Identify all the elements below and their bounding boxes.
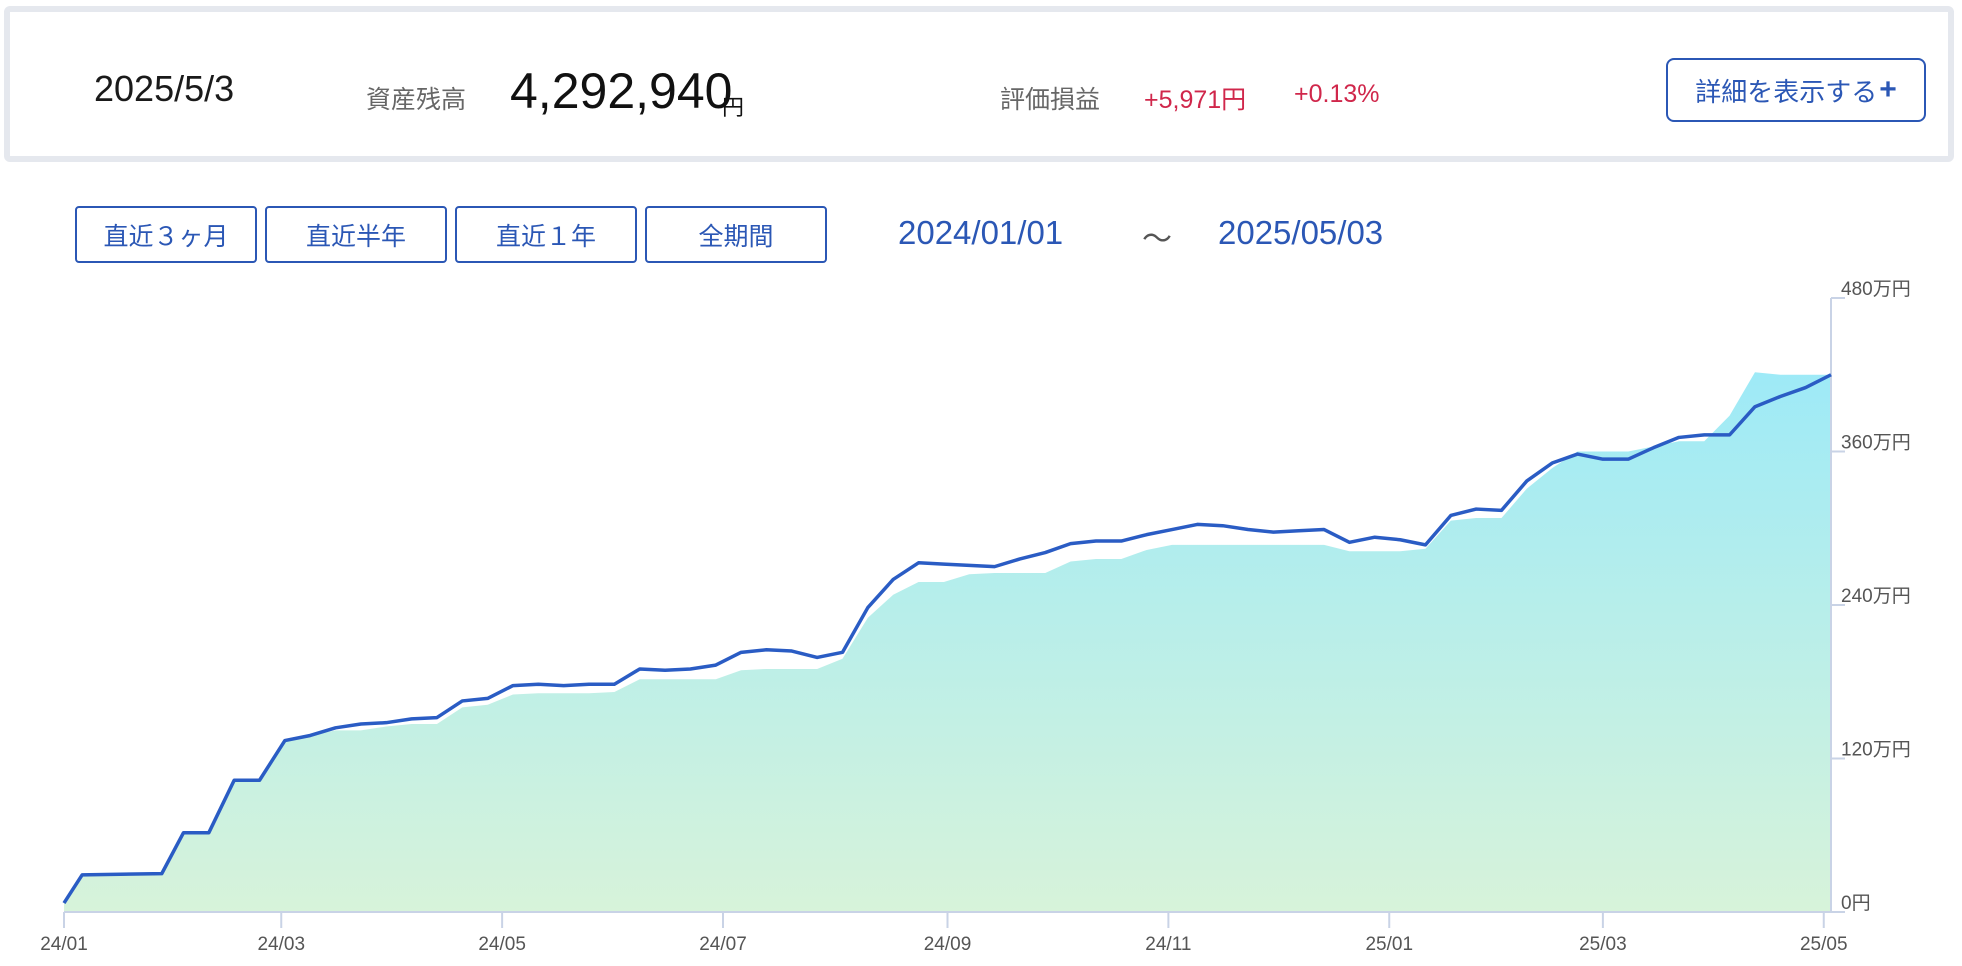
summary-date: 2025/5/3 xyxy=(94,68,235,109)
range-end-date[interactable]: 2025/05/03 xyxy=(1218,214,1383,252)
y-tick-label: 360万円 xyxy=(1841,433,1911,454)
y-tick-label: 0円 xyxy=(1841,893,1871,914)
x-tick-label: 24/07 xyxy=(699,934,747,955)
x-tick-label: 24/05 xyxy=(478,934,526,955)
profit-loss-label: 評価損益 xyxy=(1000,86,1101,114)
range-button-3-months[interactable]: 直近３ヶ月 xyxy=(75,206,257,263)
range-start-date[interactable]: 2024/01/01 xyxy=(898,214,1063,252)
range-separator: ～ xyxy=(1142,223,1172,256)
x-tick-label: 24/01 xyxy=(40,934,88,955)
range-button-1-year[interactable]: 直近１年 xyxy=(455,206,637,263)
x-tick-label: 24/11 xyxy=(1145,934,1191,955)
profit-loss-amount: +5,971円 xyxy=(1144,86,1247,114)
asset-balance-unit: 円 xyxy=(722,95,745,120)
range-button-all-period[interactable]: 全期間 xyxy=(645,206,827,263)
asset-summary-panel: 2025/5/3 資産残高 4,292,940 円 評価損益 +5,971円 +… xyxy=(4,6,1954,162)
range-button-6-months[interactable]: 直近半年 xyxy=(265,206,447,263)
asset-balance-label: 資産残高 xyxy=(366,86,467,114)
profit-loss-percent: +0.13% xyxy=(1294,80,1380,108)
y-tick-label: 120万円 xyxy=(1841,740,1911,761)
y-tick-label: 480万円 xyxy=(1841,279,1911,300)
asset-chart: 0円 120万円 240万円 360万円 480万円 24/01 24/03 24/05 24/… xyxy=(40,279,1911,955)
show-details-button[interactable]: 詳細を表示する + xyxy=(1666,58,1926,122)
x-tick-label: 25/03 xyxy=(1579,934,1627,955)
plus-icon: + xyxy=(1879,73,1897,106)
x-tick-label: 24/03 xyxy=(257,934,305,955)
x-tick-label: 25/01 xyxy=(1365,934,1413,955)
asset-balance-value: 4,292,940 xyxy=(510,63,733,119)
x-tick-label: 25/05 xyxy=(1800,934,1848,955)
show-details-label: 詳細を表示する xyxy=(1695,76,1878,107)
x-tick-label: 24/09 xyxy=(924,934,972,955)
y-tick-label: 240万円 xyxy=(1841,586,1911,607)
chart-area-series xyxy=(64,372,1831,912)
